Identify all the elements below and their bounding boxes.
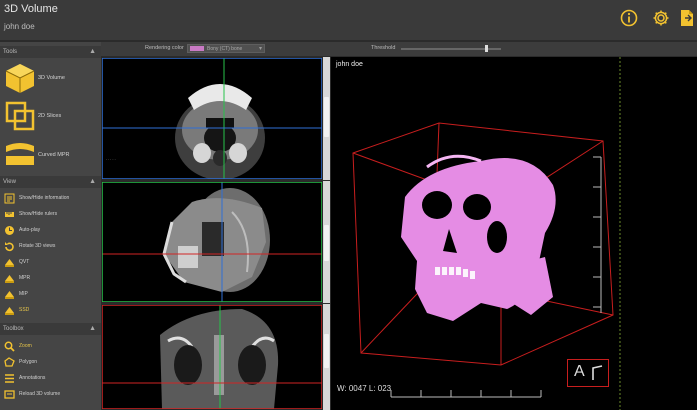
ssd-icon xyxy=(5,307,14,315)
app-title: 3D Volume xyxy=(4,3,58,15)
patient-name: john doe xyxy=(4,22,35,31)
sagittal-view[interactable] xyxy=(101,181,323,303)
cube-icon xyxy=(5,64,35,93)
chevron-down-icon: ▾ xyxy=(258,46,262,52)
tool-label: Annotations xyxy=(19,375,46,381)
coronal-scrollbar[interactable] xyxy=(323,304,330,410)
view-item-rulers[interactable]: Show/Hide rulers xyxy=(0,207,101,222)
orientation-cube[interactable]: A xyxy=(567,359,609,387)
window-level-readout: W: 0047 L: 023 xyxy=(337,384,392,393)
section-label: Toolbox xyxy=(3,326,24,332)
view-info-text: · · · · · xyxy=(106,158,116,162)
clock-icon xyxy=(5,226,14,235)
view-item-rotate[interactable]: Rotate 3D views xyxy=(0,239,101,254)
left-panel: Tools ▲ 3D Volume 2D Slices Curved MPR V… xyxy=(0,42,101,410)
axial-scrollbar[interactable] xyxy=(323,57,330,180)
rotate-icon xyxy=(5,242,14,252)
tool-zoom[interactable]: Zoom xyxy=(0,339,101,354)
section-header-view[interactable]: View ▲ xyxy=(0,176,101,188)
color-swatch xyxy=(190,46,204,51)
rendering-value: Bony (CT) bone xyxy=(207,46,243,52)
threshold-slider[interactable] xyxy=(401,45,501,52)
view-item-mpr[interactable]: MPR xyxy=(0,271,101,286)
right-strip xyxy=(619,57,697,410)
mode-label: Curved MPR xyxy=(38,152,70,158)
volume-3d-view[interactable]: john doe W: 0047 L: 023 A xyxy=(331,57,619,410)
gear-icon[interactable] xyxy=(652,9,670,27)
rendering-label: Rendering color xyxy=(145,45,184,51)
tool-label: Reload 3D volume xyxy=(19,391,61,397)
view-item-qvt[interactable]: QVT xyxy=(0,255,101,270)
curved-mpr-icon xyxy=(6,143,34,165)
scroll-thumb[interactable] xyxy=(324,334,329,368)
mode-3d-volume[interactable]: 3D Volume xyxy=(0,60,101,96)
section-label: Tools xyxy=(3,49,18,55)
section-header-toolbox[interactable]: Toolbox ▲ xyxy=(0,323,101,335)
view-item-info[interactable]: Show/Hide information xyxy=(0,191,101,206)
reload-icon xyxy=(4,390,15,399)
axial-view[interactable]: · · · · · xyxy=(101,57,323,180)
view-item-autoplay[interactable]: Auto-play xyxy=(0,223,101,238)
view-toolbar: Rendering color Bony (CT) bone ▾ Thresho… xyxy=(101,42,697,56)
view-item-label: SSD xyxy=(19,307,30,313)
threshold-handle[interactable] xyxy=(484,45,488,52)
mode-label: 2D Slices xyxy=(38,113,62,119)
mode-curved-mpr[interactable]: Curved MPR xyxy=(0,136,101,172)
view-item-label: MIP xyxy=(19,291,28,297)
scroll-thumb[interactable] xyxy=(324,97,329,137)
view-item-label: Show/Hide information xyxy=(19,195,70,201)
slices-icon xyxy=(5,101,35,131)
zoom-icon xyxy=(4,341,15,352)
chevron-up-icon: ▲ xyxy=(89,325,96,332)
export-icon[interactable] xyxy=(679,9,695,27)
section-header-tools[interactable]: Tools ▲ xyxy=(0,46,101,58)
info-icon[interactable] xyxy=(620,9,638,27)
view-item-ssd[interactable]: SSD xyxy=(0,303,101,318)
axial-image xyxy=(101,57,323,180)
mode-2d-slices[interactable]: 2D Slices xyxy=(0,98,101,134)
ruler-icon xyxy=(5,212,14,217)
section-label: View xyxy=(3,179,16,185)
sagittal-scrollbar[interactable] xyxy=(323,181,330,303)
chevron-up-icon: ▲ xyxy=(89,48,96,55)
polygon-icon xyxy=(4,357,15,367)
mip-icon xyxy=(5,291,14,299)
view-item-label: Show/Hide rulers xyxy=(19,211,58,217)
view-item-mip[interactable]: MIP xyxy=(0,287,101,302)
view-item-label: MPR xyxy=(19,275,31,281)
threshold-label: Threshold xyxy=(371,45,396,51)
volume-render xyxy=(352,122,614,398)
scroll-thumb[interactable] xyxy=(324,225,329,261)
sagittal-image xyxy=(101,181,323,303)
orientation-label: A xyxy=(574,363,585,380)
rendering-select[interactable]: Bony (CT) bone ▾ xyxy=(187,44,265,53)
tool-annotations[interactable]: Annotations xyxy=(0,371,101,386)
info-list-icon xyxy=(4,193,15,204)
mode-label: 3D Volume xyxy=(38,75,65,81)
tool-label: Polygon xyxy=(19,359,38,365)
view-item-label: Auto-play xyxy=(19,227,41,233)
tool-label: Zoom xyxy=(19,343,32,349)
coronal-image xyxy=(101,304,323,410)
mpr-icon xyxy=(5,275,14,283)
qvt-icon xyxy=(5,259,14,267)
tool-reload[interactable]: Reload 3D volume xyxy=(0,387,101,402)
patient-label: john doe xyxy=(336,61,363,68)
divider-line xyxy=(619,57,621,410)
tool-polygon[interactable]: Polygon xyxy=(0,355,101,370)
title-bar: 3D Volume john doe xyxy=(0,0,697,40)
annotations-icon xyxy=(5,374,14,383)
coronal-view[interactable] xyxy=(101,304,323,410)
view-item-label: QVT xyxy=(19,259,30,265)
chevron-up-icon: ▲ xyxy=(89,178,96,185)
view-item-label: Rotate 3D views xyxy=(19,243,56,249)
orientation-marker-icon xyxy=(592,365,603,380)
